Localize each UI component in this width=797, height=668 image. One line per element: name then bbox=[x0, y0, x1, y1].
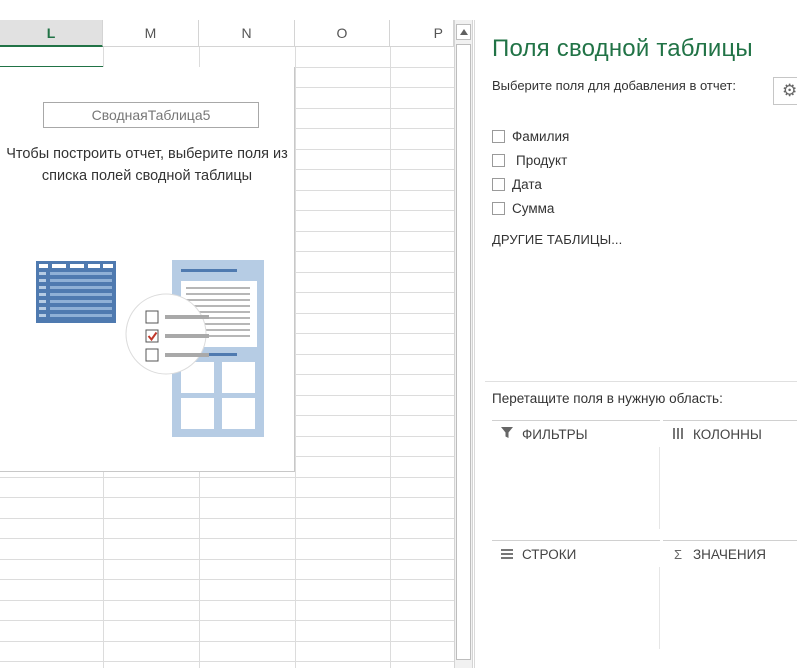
pivot-illustration-icon bbox=[36, 260, 264, 437]
field-item-surname[interactable]: Фамилия bbox=[492, 124, 569, 148]
field-label: Сумма bbox=[512, 200, 555, 216]
columns-area-label: КОЛОННЫ bbox=[693, 426, 762, 442]
filters-area[interactable]: ФИЛЬТРЫ bbox=[492, 420, 660, 529]
sigma-icon: Σ bbox=[673, 546, 683, 562]
pane-title: Поля сводной таблицы bbox=[492, 35, 753, 62]
field-label: Дата bbox=[512, 176, 542, 192]
field-checkbox[interactable] bbox=[492, 129, 505, 143]
field-item-date[interactable]: Дата bbox=[492, 172, 569, 196]
scrollbar-thumb[interactable] bbox=[456, 44, 471, 660]
pane-settings-button[interactable]: ⚙ bbox=[773, 77, 797, 105]
column-headers: L M N O P bbox=[0, 20, 454, 47]
scroll-up-arrow-icon[interactable] bbox=[456, 24, 471, 40]
pivot-field-list-pane: Поля сводной таблицы Выберите поля для д… bbox=[474, 20, 797, 668]
field-checkbox[interactable] bbox=[492, 201, 505, 215]
pivot-table-name: СводнаяТаблица5 bbox=[43, 102, 259, 128]
columns-area-header: КОЛОННЫ bbox=[663, 421, 797, 447]
filter-funnel-icon bbox=[500, 426, 514, 442]
values-area-label: ЗНАЧЕНИЯ bbox=[693, 546, 767, 562]
field-label: Продукт bbox=[516, 152, 568, 168]
columns-area[interactable]: КОЛОННЫ bbox=[663, 420, 797, 529]
filters-drop-zone[interactable] bbox=[492, 447, 660, 529]
rows-area-label: СТРОКИ bbox=[522, 546, 577, 562]
values-drop-zone[interactable] bbox=[663, 567, 797, 649]
vertical-scrollbar[interactable] bbox=[454, 20, 473, 668]
pane-splitter[interactable] bbox=[485, 381, 797, 382]
filters-area-header: ФИЛЬТРЫ bbox=[492, 421, 660, 447]
column-header-m[interactable]: M bbox=[103, 20, 199, 47]
field-label: Фамилия bbox=[512, 128, 570, 144]
other-tables-link[interactable]: ДРУГИЕ ТАБЛИЦЫ... bbox=[492, 232, 622, 247]
column-header-l[interactable]: L bbox=[0, 20, 103, 47]
filters-area-label: ФИЛЬТРЫ bbox=[522, 426, 588, 442]
gear-icon: ⚙ bbox=[782, 81, 797, 100]
drag-fields-hint: Перетащите поля в нужную область: bbox=[492, 391, 723, 406]
column-header-p[interactable]: P bbox=[390, 20, 454, 47]
column-header-o[interactable]: O bbox=[295, 20, 390, 47]
values-area[interactable]: Σ ЗНАЧЕНИЯ bbox=[663, 540, 797, 649]
pivot-instructions-text: Чтобы построить отчет, выберите поля из … bbox=[6, 146, 288, 184]
columns-drop-zone[interactable] bbox=[663, 447, 797, 529]
rows-area[interactable]: СТРОКИ bbox=[492, 540, 660, 649]
field-checkbox[interactable] bbox=[492, 153, 505, 167]
rows-area-header: СТРОКИ bbox=[492, 541, 660, 567]
worksheet-grid[interactable]: L M N O P СводнаяТаблица5 Чтобы построит… bbox=[0, 0, 454, 668]
field-item-product[interactable]: Продукт bbox=[492, 148, 569, 172]
pane-subtitle: Выберите поля для добавления в отчет: bbox=[492, 78, 736, 93]
field-checkbox[interactable] bbox=[492, 177, 505, 191]
rows-icon bbox=[500, 547, 514, 562]
field-list: Фамилия Продукт Дата Сумма bbox=[492, 124, 569, 220]
field-item-sum[interactable]: Сумма bbox=[492, 196, 569, 220]
pivot-table-placeholder[interactable]: СводнаяТаблица5 Чтобы построить отчет, в… bbox=[0, 67, 295, 472]
columns-icon bbox=[671, 427, 685, 442]
values-area-header: Σ ЗНАЧЕНИЯ bbox=[663, 541, 797, 567]
column-header-n[interactable]: N bbox=[199, 20, 295, 47]
rows-drop-zone[interactable] bbox=[492, 567, 660, 649]
